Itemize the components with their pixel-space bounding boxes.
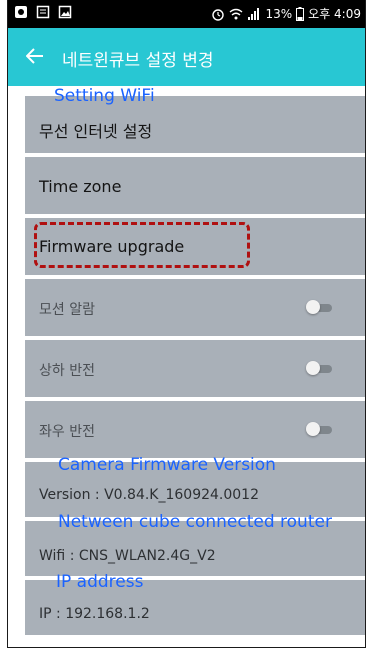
annotation-camera-firmware: Camera Firmware Version [58, 455, 276, 475]
motion-alarm-item: 모션 알람 [25, 279, 365, 336]
flip-horizontal-label: 좌우 반전 [39, 424, 95, 440]
battery-icon [296, 6, 305, 21]
clock: 오후 4:09 [308, 7, 361, 21]
status-bar: 13% 오후 4:09 [8, 0, 365, 28]
alarm-icon [212, 8, 225, 21]
motion-alarm-toggle[interactable] [306, 300, 332, 314]
flip-horizontal-toggle[interactable] [306, 422, 332, 436]
app-notification-icon [15, 6, 27, 18]
arrow-back-icon [26, 48, 43, 64]
wifi-icon [230, 8, 243, 19]
back-button[interactable] [22, 43, 48, 69]
settings-list: 무선 인터넷 설정 Time zone Firmware upgrade 모션 … [25, 96, 365, 639]
app-bar: 네트윈큐브 설정 변경 [8, 28, 365, 86]
annotation-setting-wifi: Setting WiFi [54, 86, 155, 106]
motion-alarm-label: 모션 알람 [39, 302, 95, 318]
annotation-router: Netween cube connected router [58, 512, 332, 532]
phone-screen: 13% 오후 4:09 네트윈큐브 설정 변경 무선 인터넷 설정 Time z… [7, 0, 366, 648]
timezone-setting-label: Time zone [39, 177, 122, 196]
status-right: 13% 오후 4:09 [211, 5, 361, 22]
signal-icon [248, 7, 260, 20]
annotation-ip-address: IP address [56, 572, 144, 592]
message-icon [36, 5, 50, 19]
page-title: 네트윈큐브 설정 변경 [62, 51, 214, 71]
firmware-version-text: Version : V0.84.K_160924.0012 [39, 487, 260, 503]
flip-vertical-label: 상하 반전 [39, 363, 95, 379]
wifi-setting-label: 무선 인터넷 설정 [39, 122, 153, 141]
flip-vertical-item: 상하 반전 [25, 340, 365, 397]
flip-horizontal-item: 좌우 반전 [25, 401, 365, 458]
flip-vertical-toggle[interactable] [306, 361, 332, 375]
battery-percent: 13% [265, 6, 293, 21]
gallery-icon [58, 5, 72, 19]
router-wifi-text: Wifi : CNS_WLAN2.4G_V2 [39, 548, 216, 564]
status-left-icons [14, 5, 72, 19]
firmware-highlight-box [34, 222, 250, 268]
ip-address-text: IP : 192.168.1.2 [39, 606, 150, 622]
timezone-setting-item[interactable]: Time zone [25, 157, 365, 214]
